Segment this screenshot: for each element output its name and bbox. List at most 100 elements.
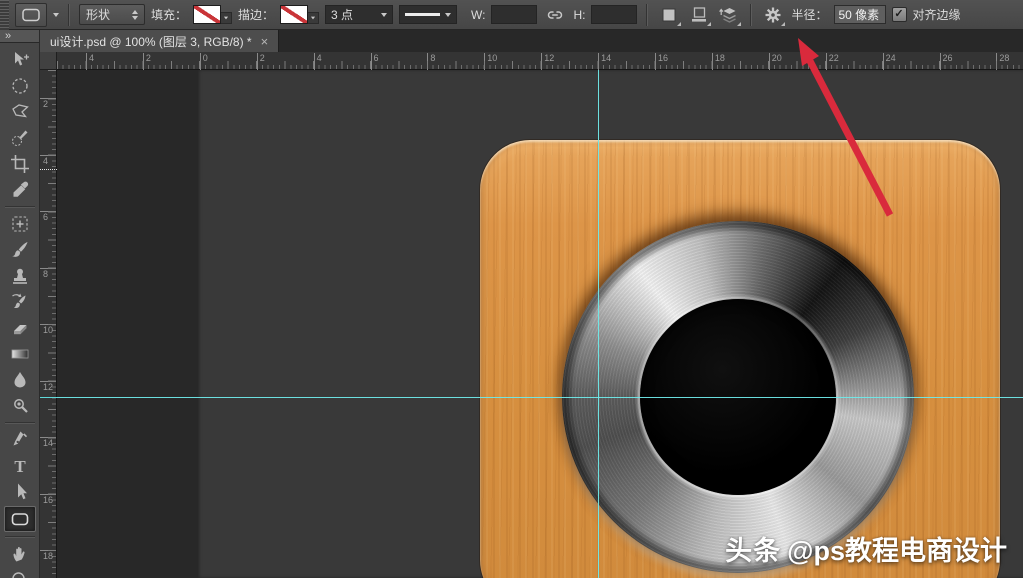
blur-tool[interactable] <box>5 368 35 392</box>
ruler-h-label: 20 <box>769 53 782 63</box>
width-label: W: <box>471 8 485 22</box>
hand-tool[interactable] <box>5 542 35 566</box>
ruler-h-label: 0 <box>200 53 208 63</box>
spot-healing-brush-tool[interactable] <box>5 212 35 236</box>
document-area: ui设计.psd @ 100% (图层 3, RGB/8) * × 420246… <box>40 30 1023 578</box>
elliptical-marquee-tool-icon <box>9 75 31 97</box>
canvas-document[interactable] <box>197 70 1023 578</box>
tool-list: T <box>0 47 39 578</box>
clone-stamp-tool-icon <box>9 265 31 287</box>
separator <box>750 4 752 26</box>
zoom-tool[interactable] <box>5 568 35 578</box>
eraser-tool[interactable] <box>5 316 35 340</box>
brush-tool[interactable] <box>5 238 35 262</box>
stroke-width-dropdown[interactable]: 3 点 <box>325 5 393 24</box>
ruler-h-label: 28 <box>996 53 1009 63</box>
ruler-h-label: 26 <box>940 53 953 63</box>
crop-tool-icon <box>9 153 31 175</box>
clone-stamp-tool[interactable] <box>5 264 35 288</box>
updown-arrows-icon <box>132 10 138 20</box>
watermark: 头条@ps教程电商设计 <box>725 529 1007 568</box>
link-dimensions-button[interactable] <box>543 3 567 27</box>
no-fill-swatch-icon <box>193 5 221 24</box>
no-stroke-swatch-icon <box>280 5 308 24</box>
gradient-tool[interactable] <box>5 342 35 366</box>
flyout-triangle-icon <box>781 22 785 26</box>
elliptical-marquee-tool[interactable] <box>5 74 35 98</box>
tool-mode-value: 形状 <box>86 6 110 23</box>
rounded-rectangle-tool[interactable] <box>4 506 36 532</box>
fill-dropdown-icon[interactable] <box>221 12 232 24</box>
shape-width-input[interactable] <box>491 5 537 24</box>
tool-preset-button[interactable] <box>15 3 47 27</box>
dodge-tool[interactable] <box>5 394 35 418</box>
dodge-tool-icon <box>9 395 31 417</box>
ruler-vertical[interactable]: 24681012141618 <box>40 70 57 578</box>
ruler-guide-marker <box>40 397 57 398</box>
lasso-tool-icon <box>9 101 31 123</box>
vertical-guide[interactable] <box>598 70 599 578</box>
document-tab[interactable]: ui设计.psd @ 100% (图层 3, RGB/8) * × <box>40 30 279 52</box>
history-brush-tool-icon <box>9 291 31 313</box>
ruler-horizontal[interactable]: 420246810121416182022242628 <box>57 52 1023 70</box>
tools-panel: » T <box>0 30 40 578</box>
ruler-h-label: 8 <box>427 53 435 63</box>
ruler-v-label: 16 <box>40 494 55 504</box>
tools-panel-collapse-button[interactable]: » <box>0 30 39 43</box>
quick-selection-tool[interactable] <box>5 126 35 150</box>
crop-tool[interactable] <box>5 152 35 176</box>
pen-tool[interactable] <box>5 428 35 452</box>
spot-healing-brush-tool-icon <box>9 213 31 235</box>
options-bar: 形状 填充： 描边： 3 点 W: H: <box>0 0 1023 30</box>
options-bar-grip[interactable] <box>0 0 9 30</box>
separator <box>646 4 648 26</box>
horizontal-guide[interactable] <box>57 397 1023 398</box>
radius-input[interactable]: 50 像素 <box>834 5 886 24</box>
pen-tool-icon <box>9 429 31 451</box>
ruler-v-label: 4 <box>40 155 55 165</box>
ruler-h-label: 12 <box>541 53 554 63</box>
flyout-triangle-icon <box>737 22 741 26</box>
rounded-rectangle-tool-icon <box>9 508 31 530</box>
path-alignment-button[interactable] <box>687 3 711 27</box>
path-arrangement-button[interactable] <box>717 3 741 27</box>
ruler-h-label: 4 <box>314 53 322 63</box>
stroke-label: 描边： <box>238 6 274 23</box>
wood-rounded-rectangle <box>480 140 1000 578</box>
ruler-position-marker <box>40 169 57 170</box>
ruler-v-label: 18 <box>40 550 55 560</box>
ruler-v-label: 10 <box>40 324 55 334</box>
path-operations-button[interactable] <box>657 3 681 27</box>
type-tool[interactable]: T <box>5 454 35 478</box>
fill-label: 填充： <box>151 6 187 23</box>
ruler-origin-corner[interactable] <box>40 52 57 70</box>
zoom-tool-icon <box>9 569 31 578</box>
main-area: » T ui设计.psd @ 100% (图层 3, RGB/8) * × 4 2… <box>0 30 1023 578</box>
lasso-tool[interactable] <box>5 100 35 124</box>
blur-tool-icon <box>9 369 31 391</box>
hand-tool-icon <box>9 543 31 565</box>
stroke-dropdown-icon[interactable] <box>308 12 319 24</box>
eyedropper-tool[interactable] <box>5 178 35 202</box>
geometry-options-button[interactable] <box>761 3 785 27</box>
align-edges-checkbox[interactable]: ✓ <box>892 7 907 22</box>
shape-height-input[interactable] <box>591 5 637 24</box>
eyedropper-tool-icon <box>9 179 31 201</box>
brush-tool-icon <box>9 239 31 261</box>
watermark-handle: @ps教程电商设计 <box>787 536 1007 566</box>
tool-mode-dropdown[interactable]: 形状 <box>79 4 145 25</box>
move-tool[interactable] <box>5 48 35 72</box>
close-icon[interactable]: × <box>261 35 269 48</box>
chevron-down-icon <box>445 13 451 17</box>
stroke-swatch[interactable] <box>280 5 319 24</box>
stroke-style-dropdown[interactable] <box>399 5 457 24</box>
ruler-v-label: 2 <box>40 98 55 108</box>
flyout-triangle-icon <box>677 22 681 26</box>
tool-preset-dropdown-icon[interactable] <box>53 13 59 17</box>
path-selection-tool[interactable] <box>5 480 35 504</box>
fill-swatch[interactable] <box>193 5 232 24</box>
document-tab-bar: ui设计.psd @ 100% (图层 3, RGB/8) * × <box>40 30 1023 52</box>
history-brush-tool[interactable] <box>5 290 35 314</box>
tool-separator <box>5 536 35 538</box>
ruler-v-label: 12 <box>40 381 55 391</box>
